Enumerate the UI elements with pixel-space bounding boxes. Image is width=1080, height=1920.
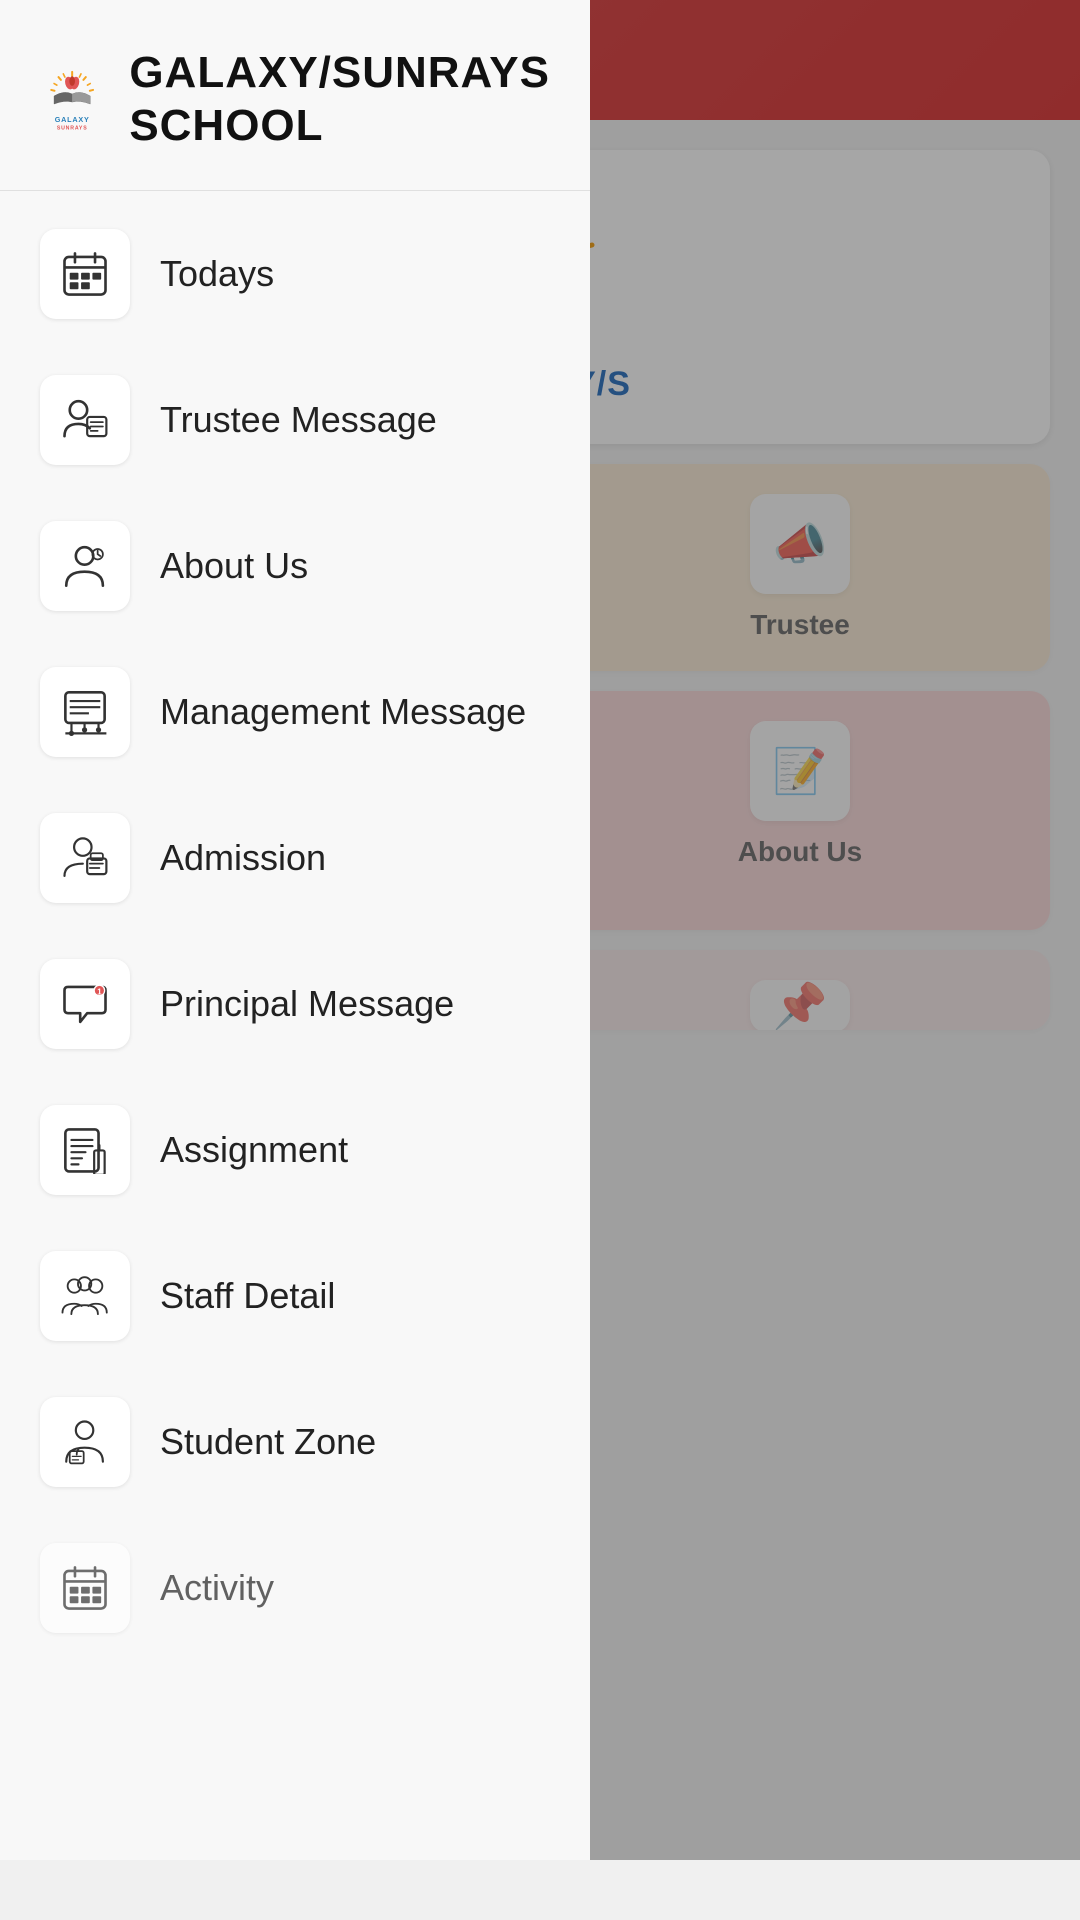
drawer-header: GALAXY SUNRAYS GALAXY/SUNRAYS SCHOOL bbox=[0, 0, 590, 191]
drawer-item-trustee[interactable]: Trustee Message bbox=[0, 347, 590, 493]
drawer-item-staff[interactable]: Staff Detail bbox=[0, 1223, 590, 1369]
drawer-item-admission-label: Admission bbox=[160, 837, 326, 879]
drawer-item-assignment-icon bbox=[40, 1105, 130, 1195]
drawer-item-student-label: Student Zone bbox=[160, 1421, 376, 1463]
drawer-item-staff-icon bbox=[40, 1251, 130, 1341]
drawer-item-assignment-label: Assignment bbox=[160, 1129, 348, 1171]
svg-text:1: 1 bbox=[97, 987, 102, 996]
drawer-item-management-icon bbox=[40, 667, 130, 757]
svg-text:GALAXY: GALAXY bbox=[55, 115, 90, 124]
drawer-item-trustee-icon bbox=[40, 375, 130, 465]
drawer-item-principal[interactable]: 1 Principal Message bbox=[0, 931, 590, 1077]
drawer-logo: GALAXY SUNRAYS bbox=[40, 40, 104, 160]
drawer-item-about-icon bbox=[40, 521, 130, 611]
drawer-item-principal-label: Principal Message bbox=[160, 983, 454, 1025]
drawer-item-about-label: About Us bbox=[160, 545, 308, 587]
drawer-item-activity-label: Activity bbox=[160, 1567, 274, 1609]
drawer-item-management-label: Management Message bbox=[160, 691, 526, 733]
drawer-item-management[interactable]: Management Message bbox=[0, 639, 590, 785]
drawer-school-name: GALAXY/SUNRAYS SCHOOL bbox=[129, 47, 550, 153]
drawer-item-activity[interactable]: Activity bbox=[0, 1515, 590, 1661]
drawer-item-student[interactable]: Student Zone bbox=[0, 1369, 590, 1515]
drawer-item-trustee-label: Trustee Message bbox=[160, 399, 437, 441]
drawer-item-admission-icon bbox=[40, 813, 130, 903]
drawer-item-assignment[interactable]: Assignment bbox=[0, 1077, 590, 1223]
drawer-item-todays-icon bbox=[40, 229, 130, 319]
drawer-item-principal-icon: 1 bbox=[40, 959, 130, 1049]
svg-text:SUNRAYS: SUNRAYS bbox=[57, 125, 88, 131]
drawer-item-staff-label: Staff Detail bbox=[160, 1275, 335, 1317]
drawer-item-student-icon bbox=[40, 1397, 130, 1487]
drawer-item-todays-label: Todays bbox=[160, 253, 274, 295]
drawer-panel: GALAXY SUNRAYS GALAXY/SUNRAYS SCHOOL bbox=[0, 0, 590, 1860]
drawer-item-activity-icon bbox=[40, 1543, 130, 1633]
drawer-item-todays[interactable]: Todays bbox=[0, 201, 590, 347]
drawer-item-admission[interactable]: Admission bbox=[0, 785, 590, 931]
drawer-menu: Todays Trustee Message bbox=[0, 191, 590, 1860]
drawer-item-about[interactable]: About Us bbox=[0, 493, 590, 639]
